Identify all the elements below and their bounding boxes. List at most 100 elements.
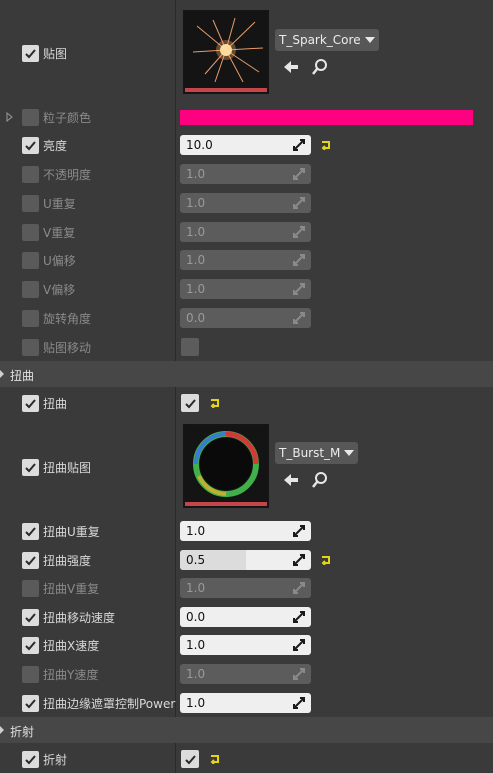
check-icon [184, 398, 196, 408]
distortion-x-speed-input[interactable]: 1.0 [180, 635, 311, 655]
use-selected-arrow-icon[interactable] [282, 471, 300, 489]
row-texture-move: 贴图移动 [0, 337, 493, 357]
texture-label: 贴图 [43, 46, 68, 61]
expand-arrow-icon[interactable] [6, 112, 13, 122]
rotation-input[interactable]: 0.0 [180, 308, 311, 328]
expand-diagonal-icon [293, 139, 305, 151]
expand-diagonal-icon [293, 668, 305, 680]
u-offset-checkbox[interactable] [22, 251, 39, 269]
spark-texture-image [185, 12, 267, 88]
opacity-label: 不透明度 [43, 167, 92, 182]
u-offset-input[interactable]: 1.0 [180, 250, 311, 270]
section-distortion-label: 扭曲 [10, 369, 35, 383]
collapse-arrow-icon [0, 726, 4, 734]
distortion-move-speed-input[interactable]: 0.0 [180, 607, 311, 627]
opacity-value: 1.0 [186, 167, 206, 181]
v-offset-label-group: V偏移 [22, 279, 176, 299]
reset-to-default-icon[interactable] [209, 754, 221, 764]
expand-diagonal-icon [293, 226, 305, 238]
row-distortion-edge-power: 扭曲边缘遮罩控制Power 1.0 [0, 693, 493, 713]
check-icon [25, 140, 36, 150]
refraction-label: 折射 [43, 752, 68, 767]
distortion-v-repeat-checkbox[interactable] [22, 579, 39, 597]
distortion-move-speed-checkbox[interactable] [22, 608, 39, 626]
distortion-edge-power-input[interactable]: 1.0 [180, 693, 311, 713]
brightness-checkbox[interactable] [22, 136, 39, 154]
brightness-input[interactable]: 10.0 [180, 135, 311, 155]
section-distortion[interactable]: 扭曲 [0, 361, 493, 387]
v-repeat-checkbox[interactable] [22, 223, 39, 241]
brightness-value: 10.0 [186, 138, 213, 152]
v-repeat-value: 1.0 [186, 225, 206, 239]
v-offset-checkbox[interactable] [22, 280, 39, 298]
collapse-arrow-icon [0, 370, 4, 378]
row-distortion-v-repeat: 扭曲V重复 1.0 [0, 578, 493, 598]
distortion-texture-asset-name: T_Burst_M [279, 446, 341, 460]
particle-color-checkbox[interactable] [22, 108, 39, 126]
u-repeat-input[interactable]: 1.0 [180, 193, 311, 213]
distortion-checkbox[interactable] [22, 394, 39, 412]
texture-move-toggle[interactable] [181, 338, 199, 356]
browse-search-icon[interactable] [311, 58, 329, 76]
rotation-label: 旋转角度 [43, 311, 92, 326]
expand-diagonal-icon [293, 697, 305, 709]
opacity-checkbox[interactable] [22, 165, 39, 183]
expand-diagonal-icon [293, 283, 305, 295]
distortion-y-speed-input[interactable]: 1.0 [180, 664, 311, 684]
distortion-u-repeat-value: 1.0 [186, 524, 206, 538]
u-repeat-label: U重复 [43, 196, 76, 211]
rotation-checkbox[interactable] [22, 309, 39, 327]
distortion-toggle[interactable] [181, 394, 199, 412]
distortion-u-repeat-input[interactable]: 1.0 [180, 521, 311, 541]
u-offset-label-group: U偏移 [22, 250, 176, 270]
check-icon [184, 754, 196, 764]
u-repeat-checkbox[interactable] [22, 194, 39, 212]
refraction-toggle[interactable] [181, 750, 199, 768]
expand-diagonal-icon [293, 312, 305, 324]
distortion-strength-checkbox[interactable] [22, 551, 39, 569]
row-distortion-texture: 扭曲贴图 T_Burst_M [0, 424, 493, 510]
texture-thumbnail[interactable] [183, 10, 269, 94]
distortion-v-repeat-label: 扭曲V重复 [43, 581, 100, 596]
use-selected-arrow-icon[interactable] [282, 58, 300, 76]
reset-to-default-icon[interactable] [320, 140, 332, 150]
distortion-texture-thumbnail[interactable] [183, 424, 269, 508]
section-refraction[interactable]: 折射 [0, 717, 493, 743]
distortion-texture-asset-combo[interactable]: T_Burst_M [275, 442, 359, 464]
texture-move-checkbox[interactable] [22, 338, 39, 356]
opacity-input[interactable]: 1.0 [180, 164, 311, 184]
texture-label-group: 贴图 [22, 10, 176, 96]
distortion-strength-slider[interactable]: 0.5 [180, 550, 311, 570]
reset-to-default-icon[interactable] [209, 398, 221, 408]
burst-texture-image [185, 426, 267, 502]
distortion-u-repeat-label-group: 扭曲U重复 [22, 521, 176, 541]
check-icon [25, 698, 36, 708]
expand-diagonal-icon [293, 525, 305, 537]
distortion-y-speed-checkbox[interactable] [22, 665, 39, 683]
texture-asset-combo[interactable]: T_Spark_Core [275, 29, 379, 51]
check-icon [25, 555, 36, 565]
row-distortion-move-speed: 扭曲移动速度 0.0 [0, 607, 493, 627]
texture-checkbox[interactable] [22, 44, 39, 62]
distortion-x-speed-checkbox[interactable] [22, 636, 39, 654]
rotation-value: 0.0 [186, 311, 206, 325]
reset-to-default-icon[interactable] [320, 555, 332, 565]
refraction-checkbox[interactable] [22, 750, 39, 768]
distortion-texture-checkbox[interactable] [22, 458, 39, 476]
v-repeat-input[interactable]: 1.0 [180, 222, 311, 242]
distortion-y-speed-label-group: 扭曲Y速度 [22, 664, 176, 684]
v-offset-input[interactable]: 1.0 [180, 279, 311, 299]
distortion-edge-power-label-group: 扭曲边缘遮罩控制Power [22, 693, 176, 713]
check-icon [25, 462, 36, 472]
distortion-u-repeat-label: 扭曲U重复 [43, 524, 100, 539]
expand-diagonal-icon [293, 254, 305, 266]
row-distortion-x-speed: 扭曲X速度 1.0 [0, 635, 493, 655]
distortion-edge-power-label: 扭曲边缘遮罩控制Power [43, 696, 176, 711]
distortion-u-repeat-checkbox[interactable] [22, 522, 39, 540]
distortion-v-repeat-input[interactable]: 1.0 [180, 578, 311, 598]
row-u-offset: U偏移 1.0 [0, 250, 493, 270]
browse-search-icon[interactable] [311, 471, 329, 489]
particle-color-swatch[interactable] [180, 110, 473, 125]
distortion-texture-label-group: 扭曲贴图 [22, 424, 176, 510]
distortion-edge-power-checkbox[interactable] [22, 694, 39, 712]
